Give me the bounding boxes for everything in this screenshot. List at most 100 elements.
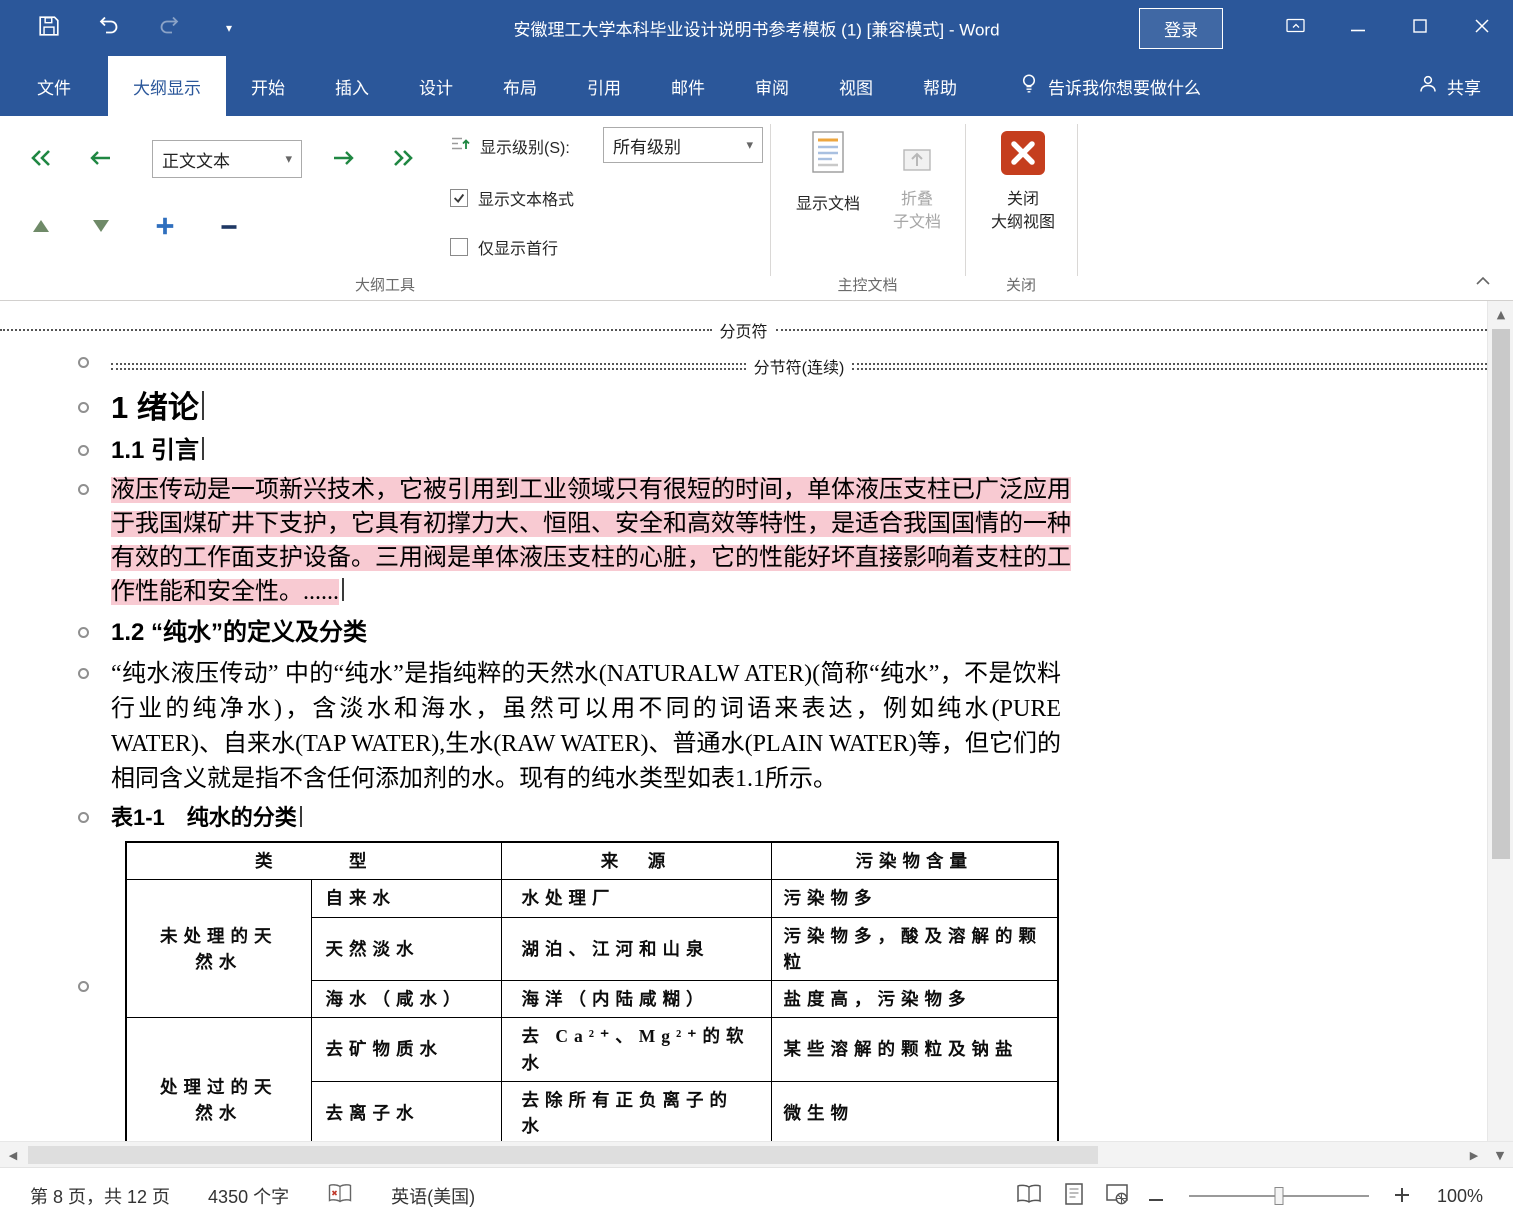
web-layout-icon <box>1105 1183 1129 1210</box>
table-cell-source[interactable]: 水处理厂 <box>500 879 772 918</box>
outline-bullet[interactable] <box>78 484 89 495</box>
tab-file[interactable]: 文件 <box>0 56 108 116</box>
chevron-down-icon: ▾ <box>225 21 233 35</box>
word-count-status[interactable]: 4350 个字 <box>208 1183 289 1209</box>
horizontal-scrollbar[interactable]: ◀ ▶ ▼ <box>0 1141 1513 1167</box>
table-cell-type[interactable]: 自来水 <box>310 879 502 918</box>
qat-customize-button[interactable]: ▾ <box>216 15 242 41</box>
tab-home[interactable]: 开始 <box>226 56 310 116</box>
first-line-only-checkbox[interactable]: 仅显示首行 <box>450 235 558 259</box>
web-layout-button[interactable] <box>1105 1182 1129 1211</box>
outline-bullet[interactable] <box>78 627 89 638</box>
document-canvas[interactable]: 分页符 分节符(连续) 1 绪论 1.1 引言 液压传动是一项新兴技术，它被引用… <box>0 301 1487 1141</box>
table-header-type[interactable]: 类 型 <box>125 841 502 881</box>
save-button[interactable] <box>36 15 62 41</box>
table-cell-category[interactable]: 未处理的天然水 <box>125 879 312 1019</box>
scroll-left-button[interactable]: ◀ <box>0 1142 26 1168</box>
redo-button[interactable] <box>156 15 182 41</box>
outline-bullet[interactable] <box>78 981 89 992</box>
vertical-scrollbar[interactable]: ▲ <box>1487 301 1513 1141</box>
zoom-slider[interactable] <box>1189 1187 1369 1205</box>
expand-button[interactable] <box>148 212 182 244</box>
zoom-percentage[interactable]: 100% <box>1429 1186 1483 1207</box>
tab-help[interactable]: 帮助 <box>898 56 982 116</box>
zoom-slider-thumb[interactable] <box>1274 1187 1284 1205</box>
table-cell-pollutant[interactable]: 盐度高，污染物多 <box>770 979 1059 1019</box>
tab-insert[interactable]: 插入 <box>310 56 394 116</box>
table-cell-type[interactable]: 海水（咸水） <box>310 979 502 1019</box>
double-left-arrow-icon <box>28 148 54 173</box>
table-cell-category[interactable]: 处理过的天然水 <box>125 1017 312 1141</box>
heading-chapter-1[interactable]: 1 绪论 <box>111 387 204 429</box>
page-number-status[interactable]: 第 8 页，共 12 页 <box>30 1183 170 1209</box>
chevron-up-icon <box>1475 273 1491 291</box>
scroll-up-button[interactable]: ▲ <box>1488 301 1513 327</box>
zoom-in-button[interactable] <box>1395 1186 1409 1207</box>
outline-row-heading1: 1 绪论 <box>0 387 1487 429</box>
print-layout-button[interactable] <box>1063 1182 1085 1211</box>
proofing-status[interactable] <box>327 1183 353 1210</box>
horizontal-scrollbar-thumb[interactable] <box>28 1146 1098 1164</box>
table-cell-type[interactable]: 天然淡水 <box>310 916 502 981</box>
table-caption[interactable]: 表1-1 纯水的分类 <box>111 803 302 833</box>
collapse-subdocuments-button[interactable]: 折叠 子文档 <box>884 136 950 234</box>
outline-level-dropdown[interactable]: 正文文本 ▾ <box>152 140 302 178</box>
tab-layout[interactable]: 布局 <box>478 56 562 116</box>
ribbon-display-options-button[interactable] <box>1265 0 1327 56</box>
tab-view[interactable]: 视图 <box>814 56 898 116</box>
outline-bullet[interactable] <box>78 357 89 368</box>
close-outline-view-button[interactable]: 关闭 大纲视图 <box>978 130 1068 234</box>
close-button[interactable] <box>1451 0 1513 56</box>
collapse-button[interactable] <box>212 212 246 244</box>
move-down-button[interactable] <box>84 212 118 244</box>
show-document-button[interactable]: 显示文档 <box>792 130 864 214</box>
maximize-button[interactable] <box>1389 0 1451 56</box>
promote-to-heading1-button[interactable] <box>24 144 58 176</box>
paragraph-pure-water[interactable]: “纯水液压传动” 中的“纯水”是指纯粹的天然水(NATURALW ATER)(简… <box>111 657 1061 797</box>
outline-bullet[interactable] <box>78 812 89 823</box>
table-cell-pollutant[interactable]: 微生物 <box>770 1080 1059 1141</box>
collapse-ribbon-button[interactable] <box>1469 272 1497 292</box>
table-cell-source[interactable]: 湖泊、江河和山泉 <box>500 916 772 981</box>
demote-to-body-button[interactable] <box>386 144 420 176</box>
table-header-source[interactable]: 来 源 <box>500 841 772 881</box>
demote-button[interactable] <box>326 144 360 176</box>
outline-bullet[interactable] <box>78 402 89 413</box>
table-cell-pollutant[interactable]: 污染物多 <box>770 879 1059 918</box>
pure-water-table[interactable]: 类 型 来 源 污染物含量 未处理的天然水 自来水 水处理厂 污染物多 天然淡水… <box>125 841 1059 1141</box>
language-status[interactable]: 英语(美国) <box>391 1183 475 1209</box>
table-cell-type[interactable]: 去矿物质水 <box>310 1017 502 1082</box>
table-cell-type[interactable]: 去离子水 <box>310 1080 502 1141</box>
table-header-pollutant[interactable]: 污染物含量 <box>770 841 1059 881</box>
heading-1-1[interactable]: 1.1 引言 <box>111 435 205 467</box>
vertical-scrollbar-thumb[interactable] <box>1492 329 1510 859</box>
scroll-down-button[interactable]: ▼ <box>1487 1142 1513 1168</box>
read-mode-button[interactable] <box>1015 1183 1043 1210</box>
table-cell-pollutant[interactable]: 某些溶解的颗粒及钠盐 <box>770 1017 1059 1082</box>
tab-design[interactable]: 设计 <box>394 56 478 116</box>
paragraph-intro[interactable]: 液压传动是一项新兴技术，它被引用到工业领域只有很短的时间，单体液压支柱已广泛应用… <box>111 473 1071 609</box>
move-up-button[interactable] <box>24 212 58 244</box>
tell-me-box[interactable]: 告诉我你想要做什么 <box>1012 56 1209 116</box>
tab-references[interactable]: 引用 <box>562 56 646 116</box>
tab-outlining[interactable]: 大纲显示 <box>108 56 226 116</box>
heading-1-2[interactable]: 1.2 “纯水”的定义及分类 <box>111 617 367 649</box>
show-level-dropdown[interactable]: 所有级别 ▾ <box>603 127 763 163</box>
table-cell-source[interactable]: 去除所有正负离子的水 <box>500 1080 772 1141</box>
promote-button[interactable] <box>84 144 118 176</box>
show-formatting-checkbox[interactable]: 显示文本格式 <box>450 186 574 210</box>
zoom-out-button[interactable] <box>1149 1186 1163 1207</box>
table-cell-pollutant[interactable]: 污染物多，酸及溶解的颗粒 <box>770 916 1059 981</box>
minimize-button[interactable] <box>1327 0 1389 56</box>
scroll-right-button[interactable]: ▶ <box>1461 1142 1487 1168</box>
tab-review[interactable]: 审阅 <box>730 56 814 116</box>
table-cell-source[interactable]: 海洋（内陆咸糊） <box>500 979 772 1019</box>
table-cell-source[interactable]: 去 Ca²⁺、Mg²⁺的软水 <box>500 1017 772 1082</box>
left-arrow-icon <box>89 148 113 173</box>
share-button[interactable]: 共享 <box>1418 56 1513 116</box>
outline-bullet[interactable] <box>78 445 89 456</box>
outline-bullet[interactable] <box>78 668 89 679</box>
tab-mailings[interactable]: 邮件 <box>646 56 730 116</box>
sign-in-button[interactable]: 登录 <box>1139 7 1223 49</box>
undo-button[interactable] <box>96 15 122 41</box>
